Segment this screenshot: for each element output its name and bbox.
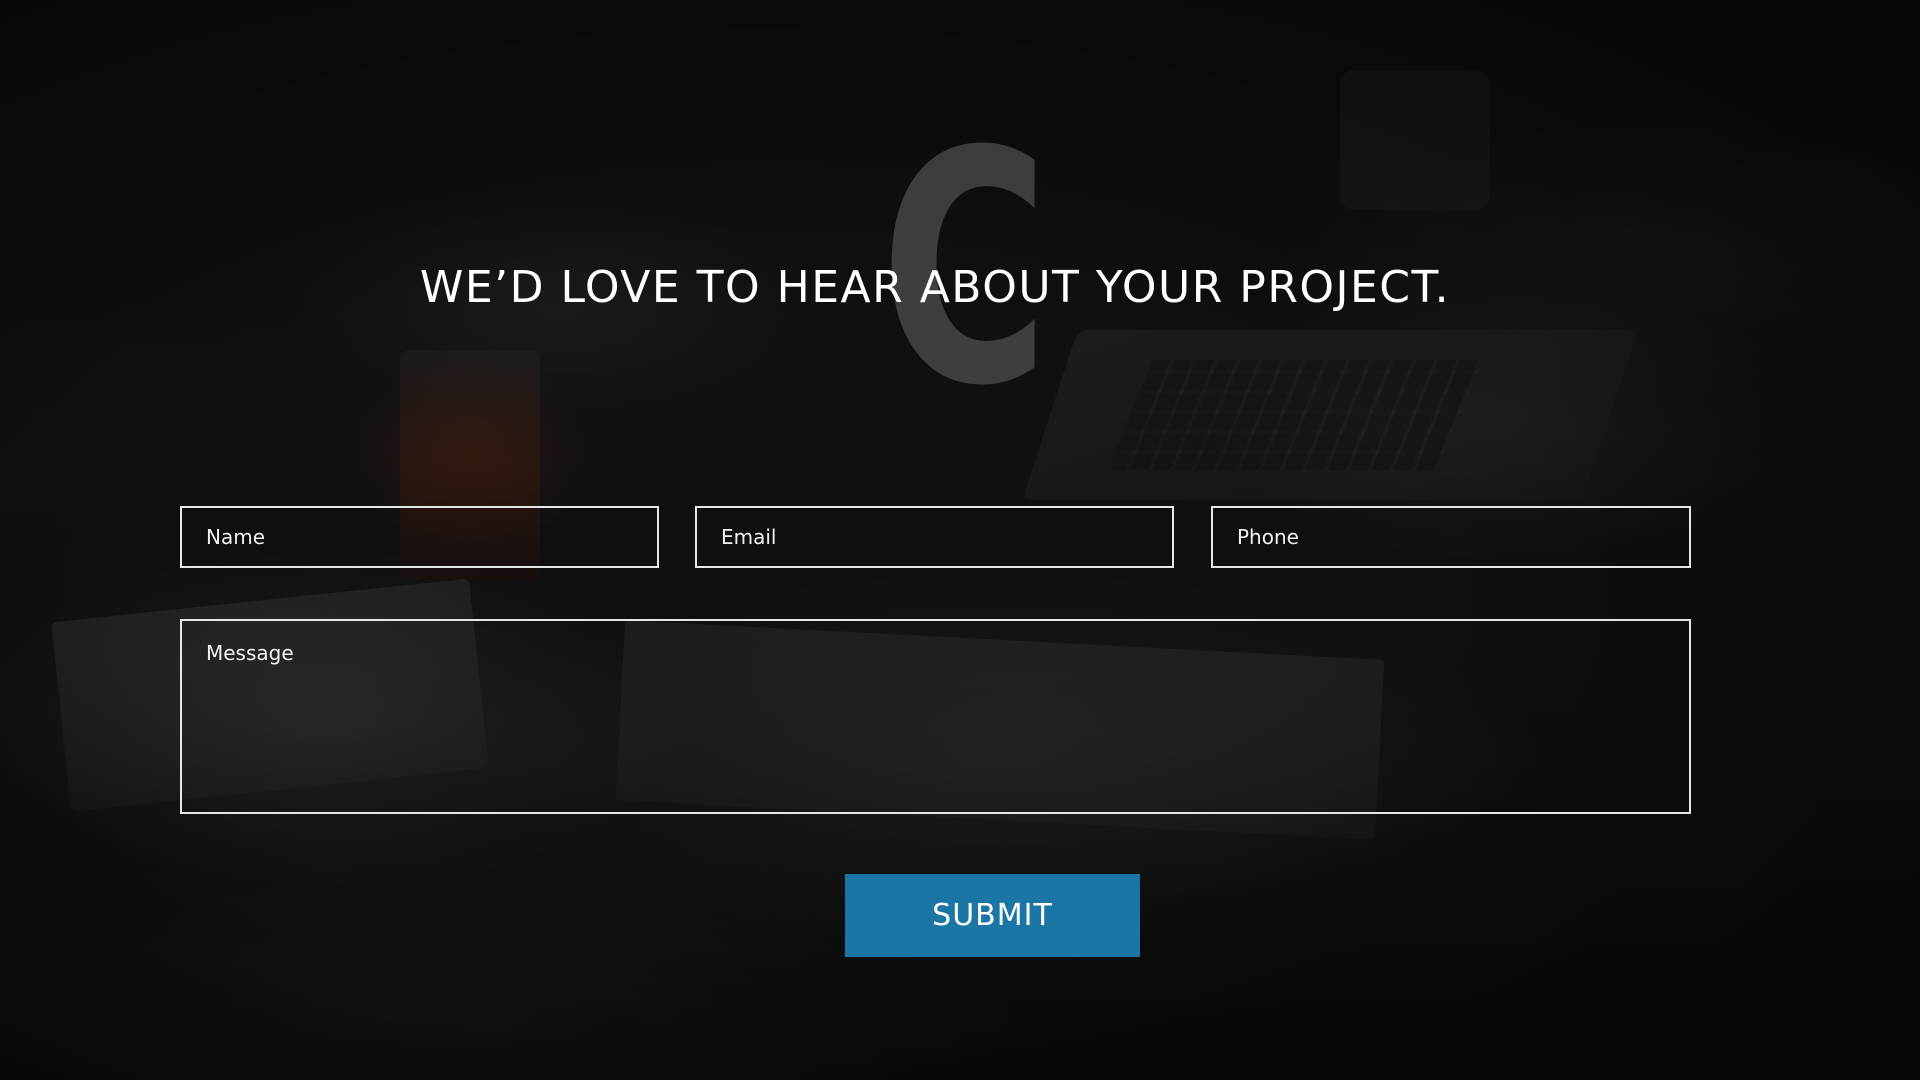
email-field[interactable] xyxy=(695,506,1174,568)
page-title: WE’D LOVE TO HEAR ABOUT YOUR PROJECT. xyxy=(419,262,1451,313)
message-field[interactable] xyxy=(180,619,1691,814)
phone-field[interactable] xyxy=(1211,506,1691,568)
name-field[interactable] xyxy=(180,506,659,568)
contact-section: C WE’D LOVE TO HEAR ABOUT YOUR PROJECT. … xyxy=(0,0,1920,1080)
submit-button[interactable]: SUBMIT xyxy=(845,874,1140,957)
